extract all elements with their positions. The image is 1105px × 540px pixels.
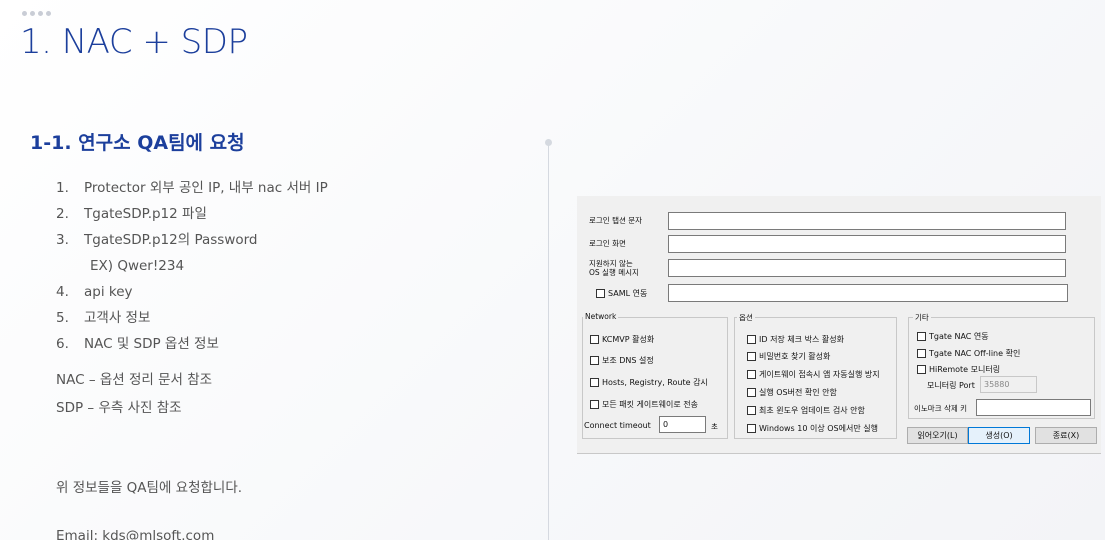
- find-password-checkbox[interactable]: 비밀번호 찾기 활성화: [747, 351, 830, 362]
- section-subtitle: 1-1. 연구소 QA팀에 요청: [30, 132, 245, 154]
- prevent-autorun-checkbox[interactable]: 게이트웨이 접속시 앱 자동실행 방지: [747, 369, 880, 380]
- os-version-check-checkbox[interactable]: 실행 OS버전 확인 안함: [747, 387, 837, 398]
- windows-update-checkbox[interactable]: 최초 윈도우 업데이트 검사 안함: [747, 405, 865, 416]
- create-button[interactable]: 생성(O): [968, 427, 1030, 444]
- checkbox-icon[interactable]: [596, 289, 605, 298]
- hosts-monitor-checkbox[interactable]: Hosts, Registry, Route 감시: [590, 377, 708, 388]
- sdp-options-dialog: 로그인 탭션 문자 로그인 화면 지원하지 않는 OS 실행 메시지 SAML …: [577, 196, 1101, 454]
- nac-note: NAC – 옵션 정리 문서 참조: [56, 372, 213, 388]
- monitoring-port-input[interactable]: 35880: [980, 376, 1037, 393]
- timeout-unit: 초: [711, 422, 718, 431]
- id-save-checkbox[interactable]: ID 저장 체크 박스 활성화: [747, 334, 844, 345]
- timeout-label: Connect timeout: [584, 421, 651, 430]
- dns-checkbox[interactable]: 보조 DNS 설정: [590, 355, 654, 366]
- unsupported-os-input[interactable]: [668, 259, 1066, 277]
- list-item: 4. api key: [56, 284, 133, 300]
- decorative-dots: [22, 11, 51, 16]
- saml-input[interactable]: [668, 284, 1068, 302]
- win10-only-checkbox[interactable]: Windows 10 이상 OS에서만 실행: [747, 423, 878, 434]
- timeout-input[interactable]: 0: [659, 416, 706, 433]
- list-item: 6. NAC 및 SDP 옵션 정보: [56, 336, 219, 352]
- kcmvp-checkbox[interactable]: KCMVP 활성화: [590, 334, 654, 345]
- innomark-delete-key-input[interactable]: [976, 399, 1091, 416]
- hiremote-monitoring-checkbox[interactable]: HiRemote 모니터링: [917, 364, 1000, 375]
- list-item: 5. 고객사 정보: [56, 310, 151, 326]
- request-note: 위 정보들을 QA팀에 요청합니다.: [56, 480, 243, 496]
- login-tab-text-input[interactable]: [668, 212, 1066, 230]
- page-title: 1. NAC + SDP: [20, 22, 248, 62]
- tgate-nac-offline-checkbox[interactable]: Tgate NAC Off-line 확인: [917, 348, 1020, 359]
- saml-checkbox[interactable]: SAML 연동: [596, 288, 647, 299]
- load-button[interactable]: 읽어오기(L): [907, 427, 968, 444]
- tgate-nac-checkbox[interactable]: Tgate NAC 연동: [917, 331, 989, 342]
- login-screen-input[interactable]: [668, 235, 1066, 253]
- close-button[interactable]: 종료(X): [1035, 427, 1097, 444]
- network-group-title: Network: [583, 312, 619, 321]
- email-text: Email: kds@mlsoft.com: [56, 528, 215, 540]
- list-item: 1. Protector 외부 공인 IP, 내부 nac 서버 IP: [56, 180, 328, 196]
- etc-group-title: 기타: [913, 312, 931, 323]
- dialog-bottom-edge: [577, 453, 1101, 454]
- list-item: 3. TgateSDP.p12의 Password: [56, 232, 258, 248]
- request-list: 1. Protector 외부 공인 IP, 내부 nac 서버 IP 2. Tga…: [56, 178, 328, 360]
- list-item: EX) Qwer!234: [90, 258, 185, 274]
- options-group-title: 옵션: [737, 312, 755, 323]
- innomark-delete-key-label: 이노마크 삭제 키: [914, 404, 968, 413]
- unsupported-os-label: 지원하지 않는 OS 실행 메시지: [589, 259, 639, 277]
- sdp-note: SDP – 우측 사진 참조: [56, 400, 182, 416]
- vertical-divider: [548, 140, 549, 540]
- all-packets-checkbox[interactable]: 모든 패킷 게이트웨이로 전송: [590, 399, 698, 410]
- list-item: 2. TgateSDP.p12 파일: [56, 206, 207, 222]
- monitoring-port-label: 모니터링 Port: [927, 381, 975, 390]
- login-screen-label: 로그인 화면: [589, 239, 626, 248]
- login-tab-text-label: 로그인 탭션 문자: [589, 216, 643, 225]
